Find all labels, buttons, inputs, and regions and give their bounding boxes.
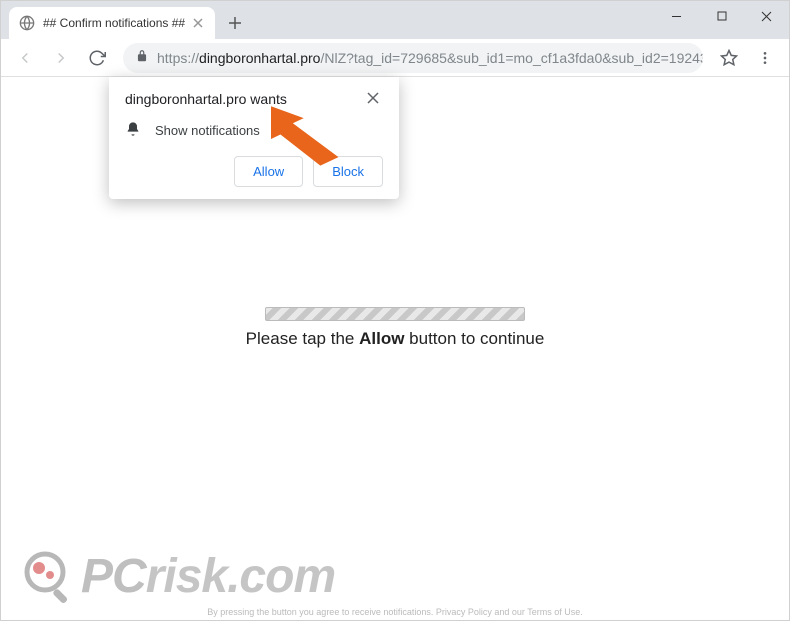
watermark-logo: PCrisk.com	[21, 548, 335, 604]
menu-button[interactable]	[749, 42, 781, 74]
lock-icon	[135, 49, 149, 66]
reload-button[interactable]	[81, 42, 113, 74]
permission-dialog-title: dingboronhartal.pro wants	[125, 91, 287, 107]
window-controls	[654, 1, 789, 31]
new-tab-button[interactable]	[221, 9, 249, 37]
instruction-text: Please tap the Allow button to continue	[1, 329, 789, 349]
footer-text: By pressing the button you agree to rece…	[1, 607, 789, 617]
minimize-button[interactable]	[654, 1, 699, 31]
globe-icon	[19, 15, 35, 31]
maximize-button[interactable]	[699, 1, 744, 31]
progress-bar	[265, 307, 525, 321]
instruction-post: button to continue	[404, 329, 544, 348]
url-host: dingboronhartal.pro	[199, 50, 320, 66]
back-button[interactable]	[9, 42, 41, 74]
magnifier-icon	[21, 548, 77, 604]
watermark-prefix: PC	[81, 550, 146, 603]
address-bar[interactable]: https://dingboronhartal.pro/NlZ?tag_id=7…	[123, 43, 703, 73]
arrow-pointer-icon	[271, 91, 351, 186]
window-titlebar: ## Confirm notifications ##	[1, 1, 789, 39]
url-protocol: https://	[157, 50, 199, 66]
instruction-pre: Please tap the	[246, 329, 359, 348]
permission-body-text: Show notifications	[155, 123, 260, 138]
forward-button[interactable]	[45, 42, 77, 74]
close-tab-icon[interactable]	[191, 16, 205, 30]
bell-icon	[125, 121, 141, 140]
tab-title: ## Confirm notifications ##	[43, 16, 185, 30]
page-content-area: dingboronhartal.pro wants Show notificat…	[1, 77, 789, 620]
instruction-bold: Allow	[359, 329, 404, 348]
browser-toolbar: https://dingboronhartal.pro/NlZ?tag_id=7…	[1, 39, 789, 77]
url-path: /NlZ?tag_id=729685&sub_id1=mo_cf1a3fda0&…	[320, 50, 703, 66]
close-window-button[interactable]	[744, 1, 789, 31]
notification-permission-dialog: dingboronhartal.pro wants Show notificat…	[109, 77, 399, 199]
watermark-suffix: risk.com	[146, 550, 335, 603]
page-message: Please tap the Allow button to continue	[1, 307, 789, 349]
close-icon[interactable]	[367, 91, 383, 107]
bookmark-star-icon[interactable]	[713, 42, 745, 74]
browser-tab[interactable]: ## Confirm notifications ##	[9, 7, 215, 39]
watermark-text: PCrisk.com	[81, 549, 335, 604]
